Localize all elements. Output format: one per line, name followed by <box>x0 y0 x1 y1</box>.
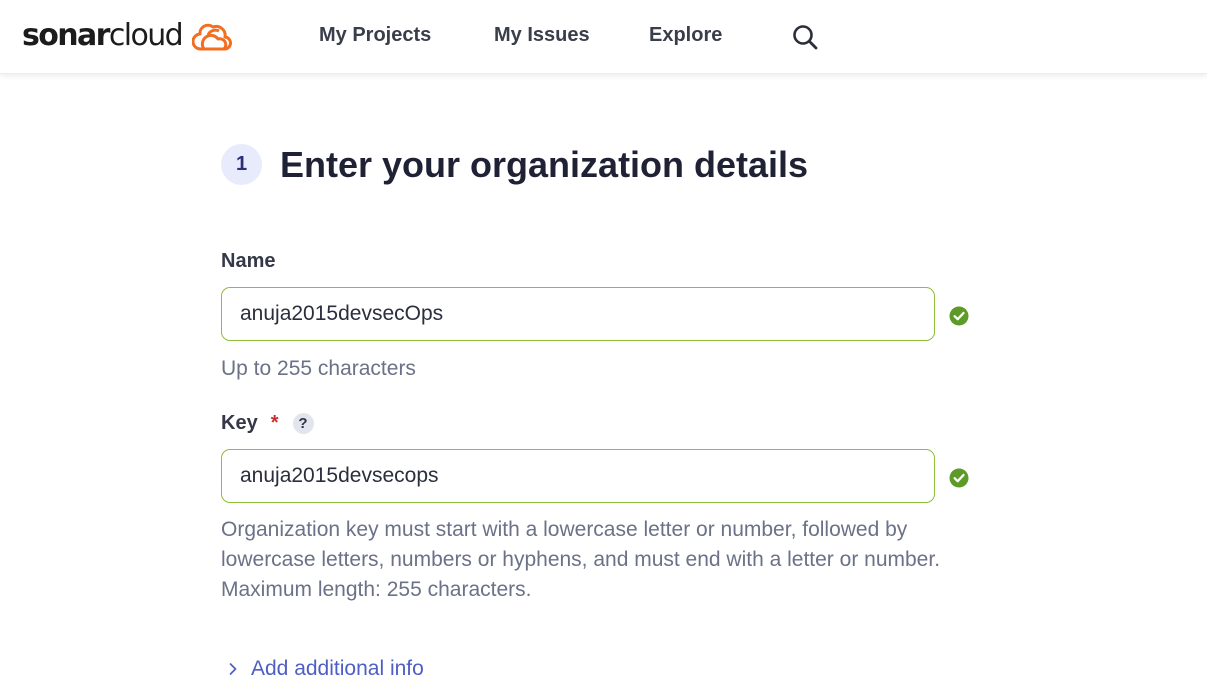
name-label: Name <box>221 250 276 272</box>
sonarcloud-logo[interactable]: sonarcloud <box>22 16 233 56</box>
step-number-badge: 1 <box>221 144 262 185</box>
add-additional-info-toggle[interactable]: Add additional info <box>226 654 424 684</box>
logo-wordmark-regular: cloud <box>108 18 184 53</box>
logo-wordmark: sonarcloud <box>22 16 184 56</box>
nav-my-issues[interactable]: My Issues <box>494 22 590 48</box>
page-title: Enter your organization details <box>280 144 809 185</box>
cloud-logo-icon <box>192 23 233 51</box>
top-navigation-bar: sonarcloud My Projects My Issues Explore <box>0 0 1207 74</box>
help-icon[interactable]: ? <box>292 412 314 434</box>
nav-explore[interactable]: Explore <box>649 22 722 48</box>
name-input[interactable] <box>221 287 935 341</box>
key-label: Key <box>221 412 258 434</box>
chevron-right-icon <box>229 663 237 675</box>
name-valid-check-icon <box>949 306 969 326</box>
search-icon <box>793 25 818 50</box>
search-button[interactable] <box>790 22 820 52</box>
key-input[interactable] <box>221 449 935 503</box>
logo-wordmark-bold: sonar <box>22 18 110 53</box>
nav-my-projects[interactable]: My Projects <box>319 22 431 48</box>
required-marker: * <box>270 412 279 434</box>
key-label-row: Key * ? <box>221 410 314 436</box>
name-hint: Up to 255 characters <box>221 357 416 380</box>
key-hint: Organization key must start with a lower… <box>221 518 941 601</box>
key-valid-check-icon <box>949 468 969 488</box>
add-additional-info-label: Add additional info <box>251 657 424 680</box>
